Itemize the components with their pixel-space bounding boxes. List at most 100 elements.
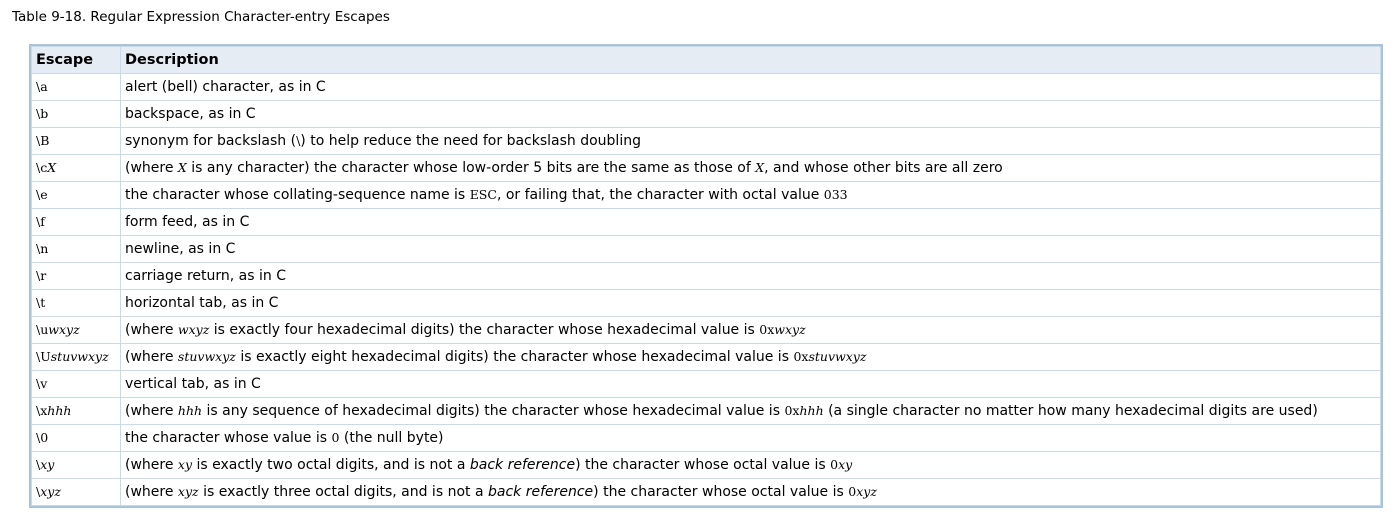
escape-cell: \b (31, 100, 121, 128)
text-run: the character whose value is (125, 430, 332, 446)
text-run: (the null byte) (339, 430, 444, 446)
text-run: ) the character whose octal value is (575, 457, 831, 473)
text-run: is exactly two octal digits, and is not … (192, 457, 470, 473)
emphasis-text: back reference (487, 484, 594, 500)
variable-placeholder: wxyz (177, 322, 210, 337)
table-row: \uwxyz (where wxyz is exactly four hexade… (31, 316, 1381, 344)
text-run: is any character) the character whose lo… (186, 160, 756, 176)
variable-placeholder: xyz (177, 484, 199, 499)
text-run: is exactly three octal digits, and is no… (198, 484, 488, 500)
description-cell: (where stuvwxyz is exactly eight hexadec… (120, 343, 1381, 371)
escape-cell: \Ustuvwxyz (31, 343, 121, 371)
table-row: \xyz (where xyz is exactly three octal di… (31, 478, 1381, 506)
code-literal: \e (36, 187, 48, 202)
description-cell: the character whose collating-sequence n… (120, 181, 1381, 209)
variable-placeholder: stuvwxyz (50, 349, 109, 364)
table-row: \e the character whose collating-sequence… (31, 181, 1381, 209)
code-literal: ESC (469, 187, 497, 202)
description-cell: (where X is any character) the character… (120, 154, 1381, 182)
code-literal: \f (36, 214, 45, 229)
variable-placeholder: X (755, 160, 765, 175)
escape-cell: \cX (31, 154, 121, 182)
description-cell: synonym for backslash (\) to help reduce… (120, 127, 1381, 155)
description-cell: horizontal tab, as in C (120, 289, 1381, 317)
description-cell: vertical tab, as in C (120, 370, 1381, 398)
escape-cell: \0 (31, 424, 121, 452)
text-run: (a single character no matter how many h… (823, 403, 1318, 419)
text-run: (where (125, 484, 178, 500)
code-literal: 0x (759, 322, 775, 337)
escape-cell: \xyz (31, 478, 121, 506)
code-literal: 0x (784, 403, 800, 418)
text-run: carriage return, as in C (125, 268, 286, 284)
escape-cell: \a (31, 73, 121, 101)
emphasis-text: back reference (469, 457, 576, 473)
variable-placeholder: hhh (47, 403, 72, 418)
variable-placeholder: wxyz (48, 322, 80, 337)
variable-placeholder: X (47, 160, 57, 175)
text-run: (where (125, 322, 178, 338)
table-row: \B synonym for backslash (\) to help redu… (31, 127, 1381, 155)
escapes-table-container: Escape Description \a alert (bell) charac… (29, 44, 1383, 508)
variable-placeholder: xyz (40, 484, 61, 499)
escape-cell: \xhhh (31, 397, 121, 425)
escape-cell: \B (31, 127, 121, 155)
column-header-description: Description (120, 46, 1381, 74)
table-row: \Ustuvwxyz (where stuvwxyz is exactly eig… (31, 343, 1381, 371)
table-row: \xhhh (where hhh is any sequence of hexad… (31, 397, 1381, 425)
escape-cell: \t (31, 289, 121, 317)
escape-cell: \v (31, 370, 121, 398)
table-row: \cX (where X is any character) the charac… (31, 154, 1381, 182)
text-run: backspace, as in C (125, 106, 256, 122)
escape-cell: \xy (31, 451, 121, 479)
text-run: ) the character whose octal value is (593, 484, 849, 500)
code-literal: 0 (848, 484, 857, 499)
code-literal: \v (36, 376, 48, 391)
text-run: is any sequence of hexadecimal digits) t… (202, 403, 785, 419)
table-row: \n newline, as in C (31, 235, 1381, 263)
escape-cell: \uwxyz (31, 316, 121, 344)
table-row: \r carriage return, as in C (31, 262, 1381, 290)
variable-placeholder: hhh (799, 403, 824, 418)
code-literal: 0x (793, 349, 809, 364)
text-run: (where (125, 349, 178, 365)
description-cell: alert (bell) character, as in C (120, 73, 1381, 101)
text-run: form feed, as in C (125, 214, 250, 230)
escape-cell: \n (31, 235, 121, 263)
description-cell: (where wxyz is exactly four hexadecimal … (120, 316, 1381, 344)
table-row: \f form feed, as in C (31, 208, 1381, 236)
text-run: horizontal tab, as in C (125, 295, 279, 311)
column-header-escape: Escape (31, 46, 121, 74)
table-row: \t horizontal tab, as in C (31, 289, 1381, 317)
variable-placeholder: xyz (856, 484, 877, 499)
code-literal: \b (36, 106, 49, 121)
text-run: is exactly eight hexadecimal digits) the… (235, 349, 794, 365)
table-row: \xy (where xy is exactly two octal digits… (31, 451, 1381, 479)
variable-placeholder: xy (838, 457, 853, 472)
table-row: \a alert (bell) character, as in C (31, 73, 1381, 101)
escape-cell: \f (31, 208, 121, 236)
description-cell: the character whose value is 0 (the null… (120, 424, 1381, 452)
code-literal: \n (36, 241, 49, 256)
code-literal: 033 (823, 187, 848, 202)
code-literal: 0 (830, 457, 839, 472)
variable-placeholder: wxyz (774, 322, 806, 337)
table-row: \0 the character whose value is 0 (the nu… (31, 424, 1381, 452)
code-literal: \U (36, 349, 51, 364)
description-cell: backspace, as in C (120, 100, 1381, 128)
table-row: \v vertical tab, as in C (31, 370, 1381, 398)
text-run: newline, as in C (125, 241, 236, 257)
escape-cell: \r (31, 262, 121, 290)
text-run: , and whose other bits are all zero (764, 160, 1003, 176)
variable-placeholder: stuvwxyz (808, 349, 867, 364)
escapes-table: Escape Description \a alert (bell) charac… (31, 46, 1381, 506)
code-literal: \t (36, 295, 46, 310)
code-literal: \u (36, 322, 49, 337)
code-literal: \B (36, 133, 50, 148)
description-cell: carriage return, as in C (120, 262, 1381, 290)
text-run: synonym for backslash ( (125, 133, 297, 149)
text-run: alert (bell) character, as in C (125, 79, 326, 95)
table-caption: Table 9-18. Regular Expression Character… (12, 9, 390, 25)
description-cell: (where xyz is exactly three octal digits… (120, 478, 1381, 506)
code-literal: \c (36, 160, 48, 175)
